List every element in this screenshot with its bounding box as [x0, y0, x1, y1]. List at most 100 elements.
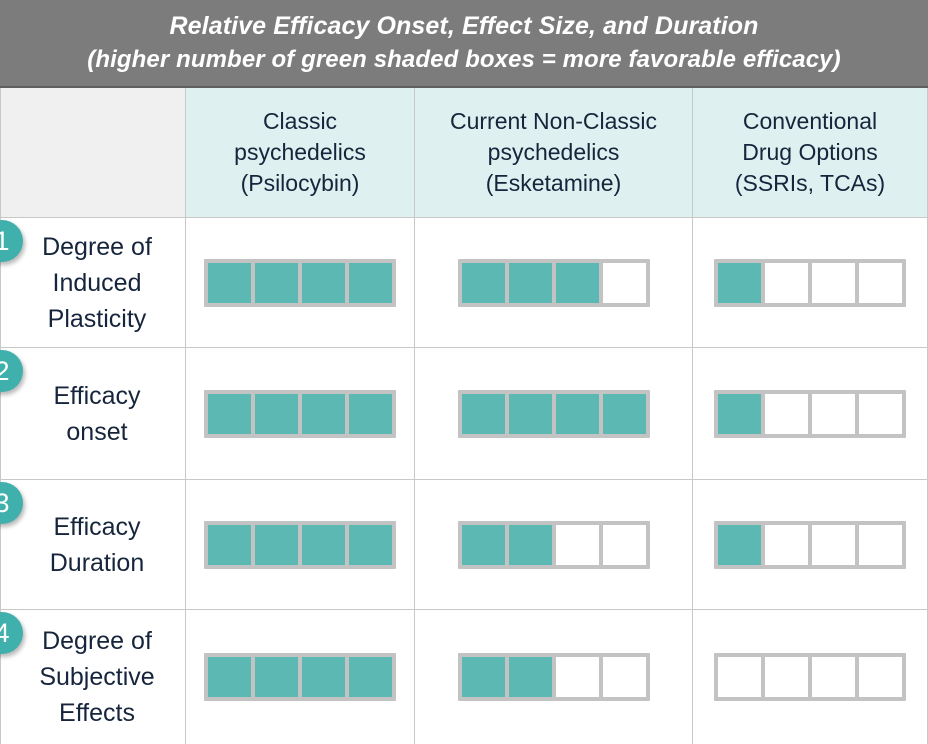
- figure-title-line-2: (higher number of green shaded boxes = m…: [87, 46, 841, 73]
- column-header-current-non-classic-psychedelics: Current Non-Classic psychedelics (Esketami…: [415, 88, 693, 218]
- score-box-empty: [858, 523, 903, 566]
- score-box-filled: [301, 392, 346, 435]
- column-header-line: Current Non-Classic: [449, 108, 658, 134]
- score-box-filled: [301, 261, 346, 304]
- score-box-empty: [811, 261, 856, 304]
- score-box-empty: [858, 261, 903, 304]
- score-box-empty: [811, 656, 856, 698]
- column-header-line: psychedelics: [234, 139, 366, 165]
- column-header-line: Drug Options: [742, 139, 878, 165]
- figure-title-banner: Relative Efficacy Onset, Effect Size, an…: [0, 0, 928, 88]
- column-header-line: (Esketamine): [485, 170, 622, 196]
- score-meter: [204, 389, 396, 438]
- score-box-empty: [601, 656, 647, 698]
- efficacy-comparison-figure: Relative Efficacy Onset, Effect Size, an…: [0, 0, 928, 744]
- score-box-filled: [207, 261, 252, 304]
- step-number-badge: 4: [0, 612, 23, 654]
- score-box-empty: [717, 656, 762, 698]
- column-header-conventional-drug-options: Conventional Drug Options (SSRIs, TCAs): [693, 88, 928, 218]
- score-box-empty: [601, 523, 647, 566]
- score-box-filled: [254, 392, 299, 435]
- score-box-empty: [554, 523, 600, 566]
- score-meter: [457, 653, 650, 701]
- score-box-filled: [717, 523, 762, 566]
- score-cell-efficacy-duration--classic-psychedelics: [186, 480, 415, 610]
- score-meter: [714, 520, 906, 569]
- score-box-empty: [554, 656, 600, 698]
- row-label-line: Degree of: [42, 627, 152, 655]
- row-label-degree-of-induced-plasticity: 1 Degree of Induced Plasticity: [0, 218, 186, 348]
- score-cell-efficacy-duration--current-non-classic-psychedelics: [415, 480, 693, 610]
- score-meter: [457, 258, 650, 307]
- score-box-filled: [254, 523, 299, 566]
- score-cell-degree-of-induced-plasticity--classic-psychedelics: [186, 218, 415, 348]
- column-header-line: psychedelics: [487, 139, 620, 165]
- score-box-empty: [764, 656, 809, 698]
- row-label-line: Effects: [59, 699, 135, 727]
- score-cell-efficacy-duration--conventional-drug-options: [693, 480, 928, 610]
- score-box-filled: [460, 523, 506, 566]
- score-box-filled: [601, 392, 647, 435]
- figure-title-line-1: Relative Efficacy Onset, Effect Size, an…: [169, 12, 759, 40]
- score-cell-degree-of-subjective-effects--current-non-classic-psychedelics: [415, 610, 693, 744]
- score-box-filled: [460, 392, 506, 435]
- comparison-table: Classic psychedelics (Psilocybin) Current N…: [0, 88, 928, 744]
- row-label-line: Efficacy: [53, 381, 141, 410]
- row-label-efficacy-duration: 3 Efficacy Duration: [0, 480, 186, 610]
- score-box-filled: [301, 656, 346, 698]
- score-box-filled: [554, 392, 600, 435]
- column-header-line: (Psilocybin): [240, 170, 360, 196]
- score-meter: [204, 258, 396, 307]
- step-number-badge: 3: [0, 482, 23, 524]
- score-box-filled: [460, 656, 506, 698]
- score-box-empty: [811, 523, 856, 566]
- score-meter: [204, 520, 396, 569]
- row-label-line: Efficacy: [53, 512, 141, 541]
- column-header-line: (SSRIs, TCAs): [734, 170, 886, 196]
- score-cell-efficacy-onset--current-non-classic-psychedelics: [415, 348, 693, 480]
- score-meter: [714, 653, 906, 701]
- column-header-line: Classic: [262, 108, 338, 134]
- score-box-filled: [207, 392, 252, 435]
- score-meter: [714, 258, 906, 307]
- row-label-efficacy-onset: 2 Efficacy onset: [0, 348, 186, 480]
- score-box-empty: [858, 656, 903, 698]
- score-box-filled: [460, 261, 506, 304]
- score-box-filled: [301, 523, 346, 566]
- row-label-line: Plasticity: [47, 304, 147, 333]
- score-box-empty: [811, 392, 856, 435]
- score-cell-degree-of-subjective-effects--classic-psychedelics: [186, 610, 415, 744]
- score-box-empty: [601, 261, 647, 304]
- score-box-empty: [764, 261, 809, 304]
- score-box-filled: [207, 656, 252, 698]
- row-label-line: Subjective: [39, 663, 155, 691]
- row-label-line: Duration: [49, 548, 145, 577]
- score-meter: [457, 389, 650, 438]
- score-box-empty: [764, 392, 809, 435]
- score-box-filled: [507, 261, 553, 304]
- score-cell-degree-of-induced-plasticity--current-non-classic-psychedelics: [415, 218, 693, 348]
- score-box-filled: [717, 392, 762, 435]
- score-cell-efficacy-onset--conventional-drug-options: [693, 348, 928, 480]
- score-box-empty: [858, 392, 903, 435]
- score-meter: [204, 653, 396, 701]
- row-label-line: Induced: [52, 268, 142, 297]
- score-box-filled: [507, 392, 553, 435]
- row-label-line: onset: [66, 417, 128, 446]
- row-label-degree-of-subjective-effects: 4 Degree of Subjective Effects: [0, 610, 186, 744]
- score-cell-degree-of-subjective-effects--conventional-drug-options: [693, 610, 928, 744]
- table-corner-cell: [0, 88, 186, 218]
- score-box-filled: [348, 261, 393, 304]
- score-meter: [714, 389, 906, 438]
- score-box-filled: [254, 261, 299, 304]
- score-box-filled: [254, 656, 299, 698]
- score-box-filled: [207, 523, 252, 566]
- score-box-filled: [717, 261, 762, 304]
- score-box-filled: [554, 261, 600, 304]
- step-number-badge: 1: [0, 220, 23, 262]
- score-cell-degree-of-induced-plasticity--conventional-drug-options: [693, 218, 928, 348]
- score-box-filled: [348, 523, 393, 566]
- row-label-line: Degree of: [42, 232, 152, 261]
- score-box-filled: [507, 656, 553, 698]
- score-box-filled: [348, 392, 393, 435]
